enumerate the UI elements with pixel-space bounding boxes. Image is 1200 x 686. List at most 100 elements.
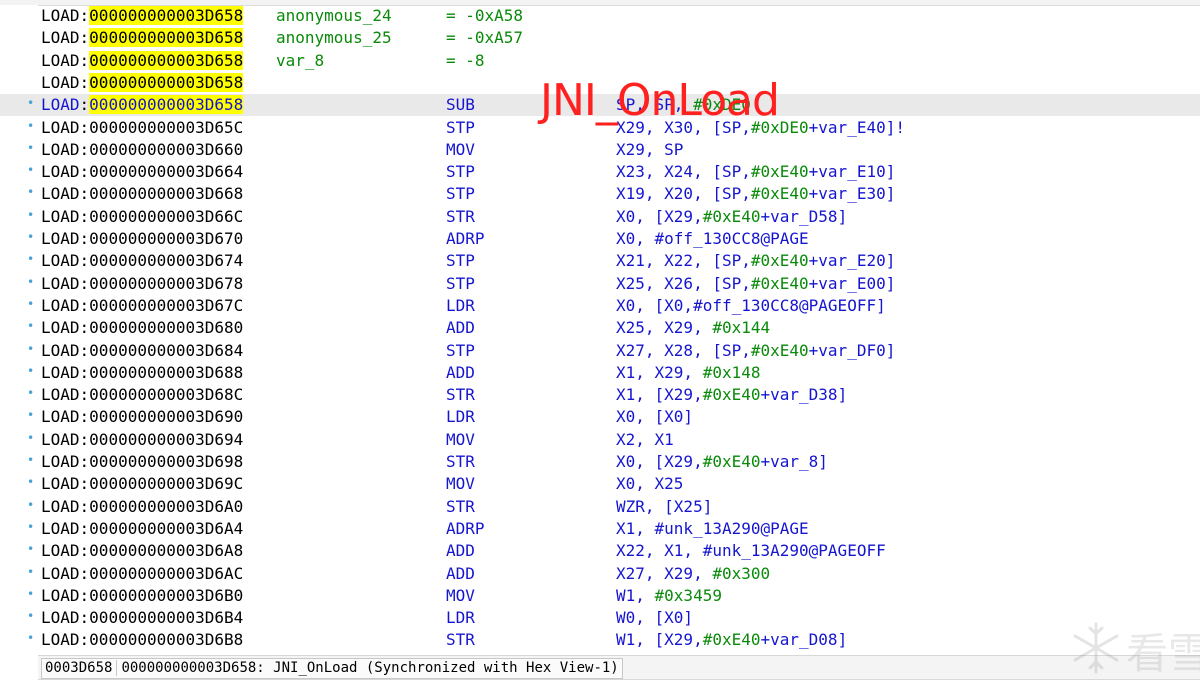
instruction-operands[interactable]: X0, #off_130CC8@PAGE xyxy=(616,228,809,250)
line-address[interactable]: LOAD:000000000003D66C xyxy=(41,206,243,228)
listing-line[interactable]: • LOAD:000000000003D694 MOV X2, X1 xyxy=(0,429,1200,451)
line-address[interactable]: LOAD:000000000003D694 xyxy=(41,429,243,451)
line-address[interactable]: LOAD:000000000003D6B4 xyxy=(41,607,243,629)
instruction-mnemonic[interactable]: MOV xyxy=(446,429,475,451)
listing-line[interactable]: • LOAD:000000000003D674 STP X21, X22, [SP,#… xyxy=(0,250,1200,272)
listing-line[interactable]: • LOAD:000000000003D67C LDR X0, [X0,#off_13… xyxy=(0,295,1200,317)
instruction-operands[interactable]: W1, #0x3459 xyxy=(616,585,722,607)
listing-line[interactable]: • LOAD:000000000003D698 STR X0, [X29,#0xE40… xyxy=(0,451,1200,473)
instruction-operands[interactable]: X25, X26, [SP,#0xE40+var_E00] xyxy=(616,273,895,295)
instruction-operands[interactable]: X27, X28, [SP,#0xE40+var_DF0] xyxy=(616,340,895,362)
instruction-mnemonic[interactable]: STR xyxy=(446,629,475,651)
instruction-mnemonic[interactable]: LDR xyxy=(446,607,475,629)
line-address[interactable]: LOAD:000000000003D688 xyxy=(41,362,243,384)
instruction-mnemonic[interactable]: STP xyxy=(446,250,475,272)
line-address[interactable]: LOAD:000000000003D67C xyxy=(41,295,243,317)
instruction-operands[interactable]: X0, [X0] xyxy=(616,406,693,428)
instruction-mnemonic[interactable]: STR xyxy=(446,496,475,518)
instruction-operands[interactable]: X1, [X29,#0xE40+var_D38] xyxy=(616,384,847,406)
listing-line[interactable]: • LOAD:000000000003D684 STP X27, X28, [SP,#… xyxy=(0,340,1200,362)
line-address[interactable]: LOAD:000000000003D6A0 xyxy=(41,496,243,518)
listing-line[interactable]: LOAD:000000000003D658 var_8 = -8 xyxy=(0,50,1200,72)
instruction-mnemonic[interactable]: SUB xyxy=(446,94,475,116)
listing-line[interactable]: LOAD:000000000003D658 anonymous_24 = -0xA5… xyxy=(0,5,1200,27)
listing-line[interactable]: • LOAD:000000000003D6B0 MOV W1, #0x3459 xyxy=(0,585,1200,607)
listing-line[interactable]: • LOAD:000000000003D690 LDR X0, [X0] xyxy=(0,406,1200,428)
instruction-mnemonic[interactable]: STR xyxy=(446,384,475,406)
line-address[interactable]: LOAD:000000000003D658 xyxy=(41,50,244,72)
line-address[interactable]: LOAD:000000000003D690 xyxy=(41,406,243,428)
instruction-mnemonic[interactable]: STP xyxy=(446,273,475,295)
line-address[interactable]: LOAD:000000000003D678 xyxy=(41,273,243,295)
listing-line[interactable]: • LOAD:000000000003D688 ADD X1, X29, #0x148 xyxy=(0,362,1200,384)
instruction-mnemonic[interactable]: ADRP xyxy=(446,228,485,250)
line-address[interactable]: LOAD:000000000003D680 xyxy=(41,317,243,339)
line-address[interactable]: LOAD:000000000003D668 xyxy=(41,183,243,205)
instruction-mnemonic[interactable]: ADD xyxy=(446,317,475,339)
instruction-mnemonic[interactable]: STR xyxy=(446,206,475,228)
listing-line[interactable]: • LOAD:000000000003D664 STP X23, X24, [SP,#… xyxy=(0,161,1200,183)
instruction-mnemonic[interactable]: STP xyxy=(446,340,475,362)
line-address[interactable]: LOAD:000000000003D6A8 xyxy=(41,540,243,562)
stack-variable-name[interactable]: var_8 xyxy=(276,50,324,72)
line-address[interactable]: LOAD:000000000003D684 xyxy=(41,340,243,362)
listing-line[interactable]: • LOAD:000000000003D6A4 ADRP X1, #unk_13A29… xyxy=(0,518,1200,540)
listing-line[interactable]: • LOAD:000000000003D68C STR X1, [X29,#0xE40… xyxy=(0,384,1200,406)
instruction-mnemonic[interactable]: ADD xyxy=(446,563,475,585)
line-address[interactable]: LOAD:000000000003D658 xyxy=(41,27,244,49)
instruction-operands[interactable]: X1, X29, #0x148 xyxy=(616,362,761,384)
line-address[interactable]: LOAD:000000000003D6B0 xyxy=(41,585,243,607)
listing-line[interactable]: • LOAD:000000000003D670 ADRP X0, #off_130CC… xyxy=(0,228,1200,250)
instruction-operands[interactable]: X19, X20, [SP,#0xE40+var_E30] xyxy=(616,183,895,205)
instruction-operands[interactable]: W0, [X0] xyxy=(616,607,693,629)
line-address[interactable]: LOAD:000000000003D670 xyxy=(41,228,243,250)
line-address[interactable]: LOAD:000000000003D69C xyxy=(41,473,243,495)
line-address[interactable]: LOAD:000000000003D658 xyxy=(41,94,244,116)
instruction-mnemonic[interactable]: STP xyxy=(446,117,475,139)
line-address[interactable]: LOAD:000000000003D6B8 xyxy=(41,629,243,651)
instruction-operands[interactable]: X1, #unk_13A290@PAGE xyxy=(616,518,809,540)
instruction-mnemonic[interactable]: ADD xyxy=(446,540,475,562)
instruction-operands[interactable]: W1, [X29,#0xE40+var_D08] xyxy=(616,629,847,651)
instruction-mnemonic[interactable]: STR xyxy=(446,451,475,473)
line-address[interactable]: LOAD:000000000003D660 xyxy=(41,139,243,161)
listing-line[interactable]: • LOAD:000000000003D6B4 LDR W0, [X0] xyxy=(0,607,1200,629)
instruction-operands[interactable]: X0, [X0,#off_130CC8@PAGEOFF] xyxy=(616,295,886,317)
listing-line[interactable]: • LOAD:000000000003D66C STR X0, [X29,#0xE40… xyxy=(0,206,1200,228)
stack-variable-name[interactable]: anonymous_24 xyxy=(276,5,392,27)
instruction-operands[interactable]: X21, X22, [SP,#0xE40+var_E20] xyxy=(616,250,895,272)
line-address[interactable]: LOAD:000000000003D68C xyxy=(41,384,243,406)
instruction-operands[interactable]: WZR, [X25] xyxy=(616,496,712,518)
instruction-operands[interactable]: X0, X25 xyxy=(616,473,683,495)
instruction-mnemonic[interactable]: ADRP xyxy=(446,518,485,540)
stack-variable-name[interactable]: anonymous_25 xyxy=(276,27,392,49)
listing-line[interactable]: • LOAD:000000000003D6AC ADD X27, X29, #0x30… xyxy=(0,563,1200,585)
instruction-mnemonic[interactable]: LDR xyxy=(446,406,475,428)
listing-line[interactable]: • LOAD:000000000003D6A0 STR WZR, [X25] xyxy=(0,496,1200,518)
line-address[interactable]: LOAD:000000000003D65C xyxy=(41,117,243,139)
listing-line[interactable]: • LOAD:000000000003D6A8 ADD X22, X1, #unk_1… xyxy=(0,540,1200,562)
listing-line[interactable]: LOAD:000000000003D658 anonymous_25 = -0xA5… xyxy=(0,27,1200,49)
instruction-mnemonic[interactable]: STP xyxy=(446,161,475,183)
listing-line[interactable]: • LOAD:000000000003D680 ADD X25, X29, #0x14… xyxy=(0,317,1200,339)
listing-line[interactable]: • LOAD:000000000003D678 STP X25, X26, [SP,#… xyxy=(0,273,1200,295)
line-address[interactable]: LOAD:000000000003D664 xyxy=(41,161,243,183)
line-address[interactable]: LOAD:000000000003D658 xyxy=(41,5,244,27)
instruction-operands[interactable]: X2, X1 xyxy=(616,429,674,451)
instruction-mnemonic[interactable]: ADD xyxy=(446,362,475,384)
instruction-operands[interactable]: X22, X1, #unk_13A290@PAGEOFF xyxy=(616,540,886,562)
instruction-operands[interactable]: X23, X24, [SP,#0xE40+var_E10] xyxy=(616,161,895,183)
listing-line[interactable]: • LOAD:000000000003D69C MOV X0, X25 xyxy=(0,473,1200,495)
instruction-operands[interactable]: X27, X29, #0x300 xyxy=(616,563,770,585)
listing-line[interactable]: • LOAD:000000000003D668 STP X19, X20, [SP,#… xyxy=(0,183,1200,205)
listing-line[interactable]: • LOAD:000000000003D6B8 STR W1, [X29,#0xE40… xyxy=(0,629,1200,651)
line-address[interactable]: LOAD:000000000003D658 xyxy=(41,72,244,94)
instruction-mnemonic[interactable]: LDR xyxy=(446,295,475,317)
line-address[interactable]: LOAD:000000000003D674 xyxy=(41,250,243,272)
instruction-operands[interactable]: X29, SP xyxy=(616,139,683,161)
line-address[interactable]: LOAD:000000000003D6AC xyxy=(41,563,243,585)
line-address[interactable]: LOAD:000000000003D6A4 xyxy=(41,518,243,540)
instruction-mnemonic[interactable]: MOV xyxy=(446,139,475,161)
line-address[interactable]: LOAD:000000000003D698 xyxy=(41,451,243,473)
instruction-operands[interactable]: X0, [X29,#0xE40+var_8] xyxy=(616,451,828,473)
